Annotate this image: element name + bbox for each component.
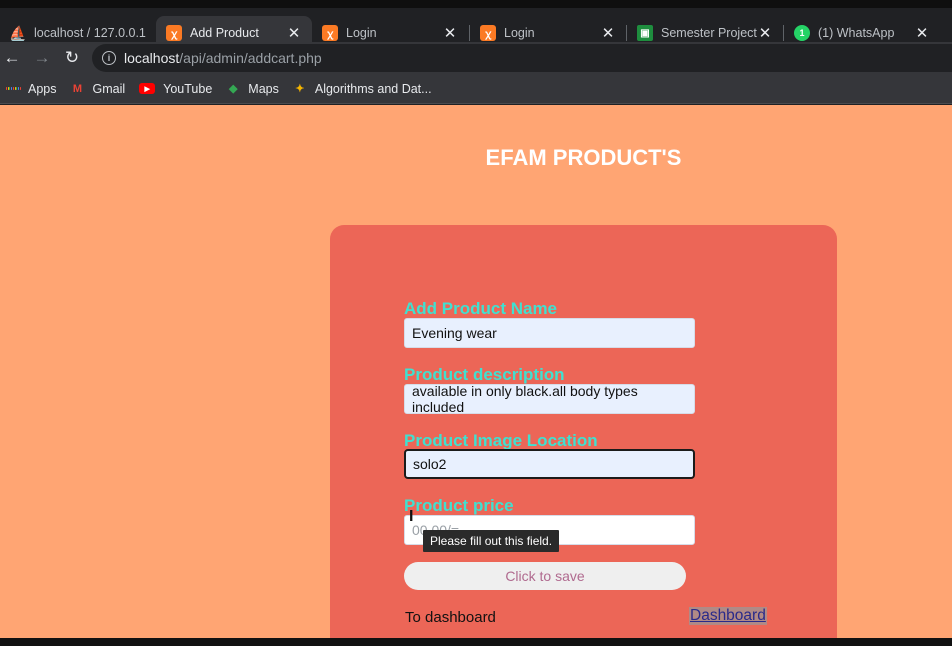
text-cursor-icon: I [409,508,414,525]
tab-title: Login [346,26,377,40]
bookmark-label: Gmail [92,81,126,96]
close-icon[interactable]: ✕ [442,24,458,42]
bookmark-label: Algorithms and Dat... [314,81,432,96]
dashboard-link[interactable]: Dashboard [689,607,767,625]
whatsapp-icon: 1 [794,25,810,41]
add-product-form: Add Product Name Evening wear Product de… [330,225,837,638]
url-path: /api/admin/addcart.php [179,50,322,66]
bookmark-algorithms[interactable]: ✦ Algorithms and Dat... [293,81,432,96]
close-icon[interactable]: ✕ [286,24,302,42]
bookmark-apps[interactable]: Apps [6,82,57,96]
bookmark-gmail[interactable]: M Gmail [71,81,126,96]
product-name-label: Add Product Name [404,299,558,318]
close-icon[interactable]: ✕ [600,24,616,42]
product-description-label: Product description [404,365,565,384]
product-name-input[interactable]: Evening wear [404,318,695,348]
product-image-location-label: Product Image Location [404,431,598,450]
address-bar[interactable]: i localhost/api/admin/addcart.php [92,44,952,72]
bookmark-youtube[interactable]: ▶ YouTube [139,82,212,96]
browser-toolbar: ← → ↻ i localhost/api/admin/addcart.php [0,42,952,74]
bookmark-maps[interactable]: ◆ Maps [226,82,279,96]
bookmarks-bar: Apps M Gmail ▶ YouTube ◆ Maps ✦ Algorith… [0,74,952,104]
forward-arrow-icon[interactable]: → [30,46,54,70]
tab-title: localhost / 127.0.0.1 [34,26,146,40]
close-icon[interactable]: ✕ [914,24,930,42]
bookmark-label: YouTube [163,81,213,96]
product-description-input[interactable]: available in only black.all body types i… [404,383,695,415]
tab-title: Login [504,26,535,40]
maps-icon: ◆ [229,83,238,95]
tab-title: (1) WhatsApp [818,26,895,40]
phpmyadmin-icon: ⛵ [9,24,27,41]
close-icon[interactable]: ✕ [757,24,773,42]
xampp-icon: ꭓ [480,25,496,41]
bookmark-label: Apps [28,81,57,96]
url-host: localhost [124,50,180,66]
page-content: EFAM PRODUCT'S Add Product Name Evening … [0,105,952,638]
gmail-icon: M [72,82,83,95]
apps-grid-icon [6,82,20,96]
xampp-icon: ꭓ [166,25,182,41]
xampp-icon: ꭓ [322,25,338,41]
youtube-icon: ▶ [139,83,156,94]
dashboard-text: To dashboard [405,609,496,626]
save-button[interactable]: Click to save [404,562,686,590]
back-arrow-icon[interactable]: ← [0,46,24,70]
algorithms-icon: ✦ [295,83,305,95]
info-icon[interactable]: i [102,51,116,65]
product-image-location-input[interactable]: solo2 [404,449,695,479]
bottom-edge [0,638,952,646]
product-price-label: Product price [404,496,514,515]
page-title: EFAM PRODUCT'S [485,145,682,170]
tab-title: Add Product [190,26,259,40]
reload-icon[interactable]: ↻ [60,46,84,70]
classroom-icon: ▣ [637,25,653,41]
validation-tooltip: Please fill out this field. [423,530,560,552]
tab-strip: ⛵ localhost / 127.0.0.1 ꭓ Add Product ✕ … [0,0,952,50]
tab-title: Semester Project [661,26,757,40]
bookmark-label: Maps [248,81,279,96]
